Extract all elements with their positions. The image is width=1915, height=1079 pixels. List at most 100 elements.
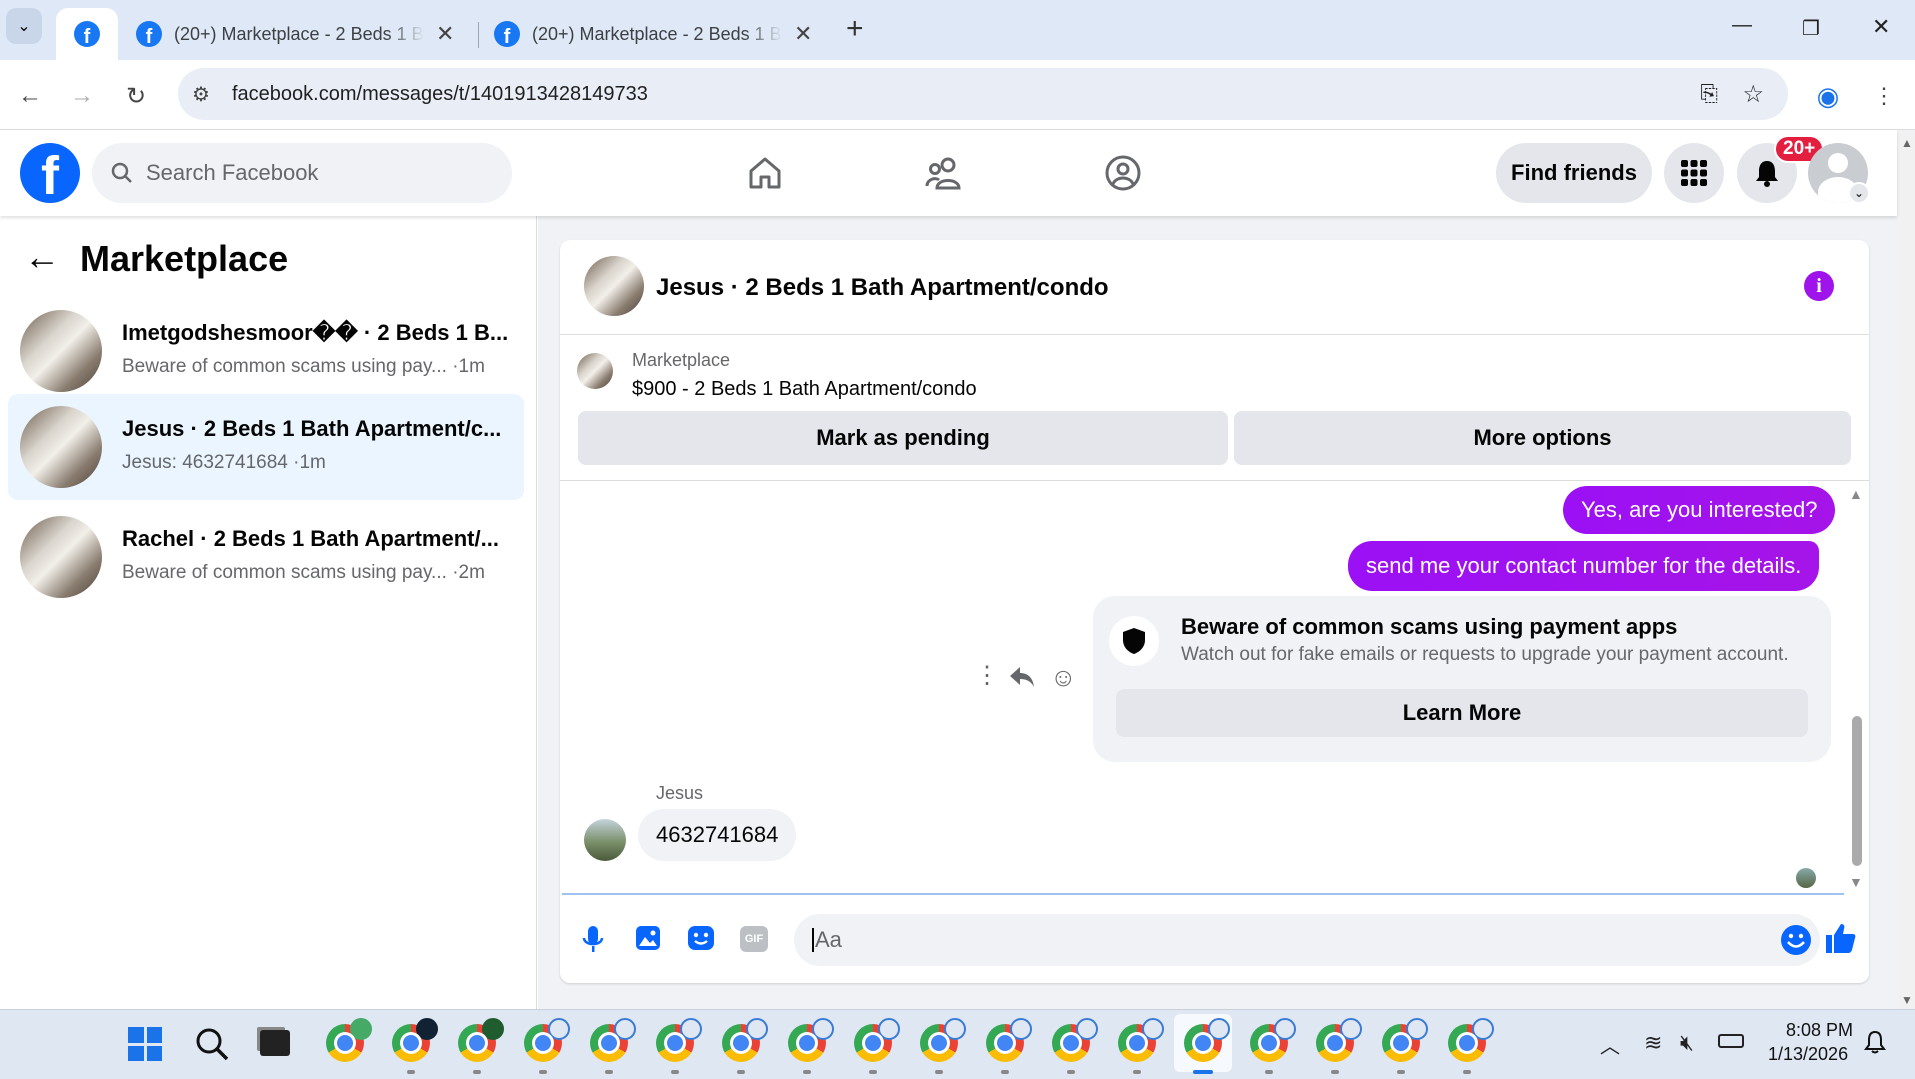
install-app-icon[interactable]: ⎘ [1700,81,1718,107]
back-arrow-icon[interactable]: ← [24,236,60,278]
sender-avatar[interactable] [584,819,626,861]
react-emoji-icon[interactable]: ☺ [1050,662,1077,693]
chrome-taskbar-icon[interactable] [1382,1018,1428,1074]
close-tab-icon[interactable]: ✕ [436,21,454,47]
conversation-name: Jesus · 2 Beds 1 Bath Apartment/c... [122,416,502,441]
tab-divider [478,22,479,48]
task-view-icon[interactable] [260,1030,290,1056]
menu-grid-icon[interactable] [1664,143,1724,203]
restore-button[interactable]: ❐ [1802,16,1820,41]
address-bar-row: ← → ↻ ⚙ facebook.com/messages/t/14019134… [0,60,1915,130]
url-text[interactable]: facebook.com/messages/t/1401913428149733 [232,83,648,106]
listing-title[interactable]: $900 - 2 Beds 1 Bath Apartment/condo [632,378,977,401]
new-tab-button[interactable]: + [846,12,864,46]
contact-avatar[interactable] [584,256,644,316]
chrome-taskbar-icon[interactable] [854,1018,900,1074]
like-thumb-icon[interactable] [1822,920,1858,956]
conversation-list-pane: ← Marketplace Imetgodshesmoor�� · 2 Beds… [0,216,537,1009]
clock-date[interactable]: 1/13/2026 [1768,1044,1848,1065]
chrome-taskbar-icon[interactable] [920,1018,966,1074]
messages-scroll-down[interactable]: ▼ [1849,874,1863,890]
close-tab-icon[interactable]: ✕ [794,21,812,47]
chrome-taskbar-icon[interactable] [1250,1018,1296,1074]
emoji-icon[interactable] [1780,924,1812,956]
back-icon[interactable]: ← [10,76,50,116]
battery-icon[interactable] [1718,1034,1744,1048]
header-divider [560,334,1869,335]
gif-icon[interactable]: GIF [740,926,768,952]
tab-title: (20+) Marketplace - 2 Beds 1 Bath Apartm… [532,23,782,44]
attach-photo-icon[interactable] [634,924,662,952]
received-message[interactable]: 4632741684 [638,809,797,861]
learn-more-button[interactable]: Learn More [1116,689,1808,737]
chrome-taskbar-icon[interactable] [986,1018,1032,1074]
friends-icon[interactable] [924,154,964,192]
conversation-item[interactable]: Imetgodshesmoor�� · 2 Beds 1 B... Beware… [8,296,524,402]
profile-icon[interactable]: ◉ [1808,76,1848,116]
find-friends-button[interactable]: Find friends [1496,143,1652,203]
scam-warning-card: Beware of common scams using payment app… [1093,596,1831,762]
start-windows-icon[interactable] [128,1027,162,1061]
scroll-up-arrow-icon[interactable]: ▲ [1901,136,1913,150]
sent-message[interactable]: send me your contact number for the deta… [1348,541,1820,591]
page-scrollbar[interactable]: ▲ ▼ [1897,130,1915,1009]
chrome-taskbar-icon[interactable] [1118,1018,1164,1074]
conversation-item-selected[interactable]: Jesus · 2 Beds 1 Bath Apartment/c... Jes… [8,394,524,500]
sticker-icon[interactable] [686,924,716,952]
site-info-icon[interactable]: ⚙ [192,82,222,107]
wifi-icon[interactable]: ≋ [1644,1030,1662,1056]
search-input[interactable]: Search Facebook [92,143,512,203]
bookmark-star-icon[interactable]: ☆ [1742,80,1764,109]
minimize-button[interactable]: — [1732,14,1752,37]
volume-muted-icon[interactable]: 🔇︎ [1680,1030,1694,1056]
close-window-button[interactable]: ✕ [1872,14,1890,40]
taskbar-search-icon[interactable] [194,1026,230,1062]
clock-time[interactable]: 8:08 PM [1786,1020,1853,1041]
tab-marketplace-2[interactable]: f (20+) Marketplace - 2 Beds 1 Bath Apar… [480,8,830,60]
chrome-taskbar-icon[interactable] [458,1018,504,1074]
message-more-icon[interactable]: ⋮ [975,661,999,690]
messages-scrollbar-thumb[interactable] [1852,716,1862,866]
voice-clip-icon[interactable] [580,924,606,954]
reply-icon[interactable] [1008,664,1036,690]
notification-center-icon[interactable] [1864,1030,1886,1054]
chrome-taskbar-icon[interactable] [326,1018,372,1062]
conversation-item[interactable]: Rachel · 2 Beds 1 Bath Apartment/... Bew… [8,502,524,608]
conversation-preview: Jesus: 4632741684 ·1m [122,452,326,473]
forward-icon[interactable]: → [62,76,102,116]
browser-menu-icon[interactable]: ⋮ [1864,76,1904,116]
chat-header-title[interactable]: Jesus · 2 Beds 1 Bath Apartment/condo [656,274,1109,302]
chrome-taskbar-icon[interactable] [1448,1018,1494,1074]
home-icon[interactable] [746,154,784,192]
tab-marketplace-1[interactable]: f (20+) Marketplace - 2 Beds 1 Bath Apar… [122,8,472,60]
conversation-preview: Beware of common scams using pay... ·2m [122,562,485,583]
chrome-taskbar-icon[interactable] [392,1018,438,1074]
more-options-button[interactable]: More options [1234,411,1851,465]
facebook-logo-icon[interactable]: f [20,143,80,203]
chrome-taskbar-icon[interactable] [656,1018,702,1074]
account-chevron-icon[interactable]: ⌄ [1848,182,1870,204]
chrome-taskbar-icon[interactable] [722,1018,768,1074]
chrome-taskbar-icon[interactable] [1052,1018,1098,1074]
messages-scroll-up[interactable]: ▲ [1849,486,1863,502]
tab-pinned-facebook[interactable]: f [56,8,118,60]
listing-thumbnail [20,516,102,598]
conversation-info-icon[interactable]: i [1804,271,1834,301]
tab-list-dropdown-icon[interactable]: ⌄ [6,8,42,44]
received-sender-name: Jesus [656,783,704,803]
tray-overflow-icon[interactable]: ︿ [1600,1030,1620,1059]
listing-source: Marketplace [632,350,731,370]
chrome-taskbar-icon[interactable] [524,1018,570,1074]
composer-input[interactable]: Aa [794,914,1820,966]
sent-message[interactable]: Yes, are you interested? [1563,486,1836,534]
groups-icon[interactable] [1104,154,1142,192]
chrome-taskbar-icon[interactable] [1316,1018,1362,1074]
chrome-taskbar-icon[interactable] [590,1018,636,1074]
mark-as-pending-button[interactable]: Mark as pending [578,411,1228,465]
scroll-down-arrow-icon[interactable]: ▼ [1901,993,1913,1007]
chrome-taskbar-icon-active[interactable] [1184,1018,1230,1074]
page-title: Marketplace [80,238,289,279]
omnibox[interactable]: ⚙ facebook.com/messages/t/14019134281497… [178,68,1788,120]
chrome-taskbar-icon[interactable] [788,1018,834,1074]
reload-icon[interactable]: ↻ [116,76,156,116]
